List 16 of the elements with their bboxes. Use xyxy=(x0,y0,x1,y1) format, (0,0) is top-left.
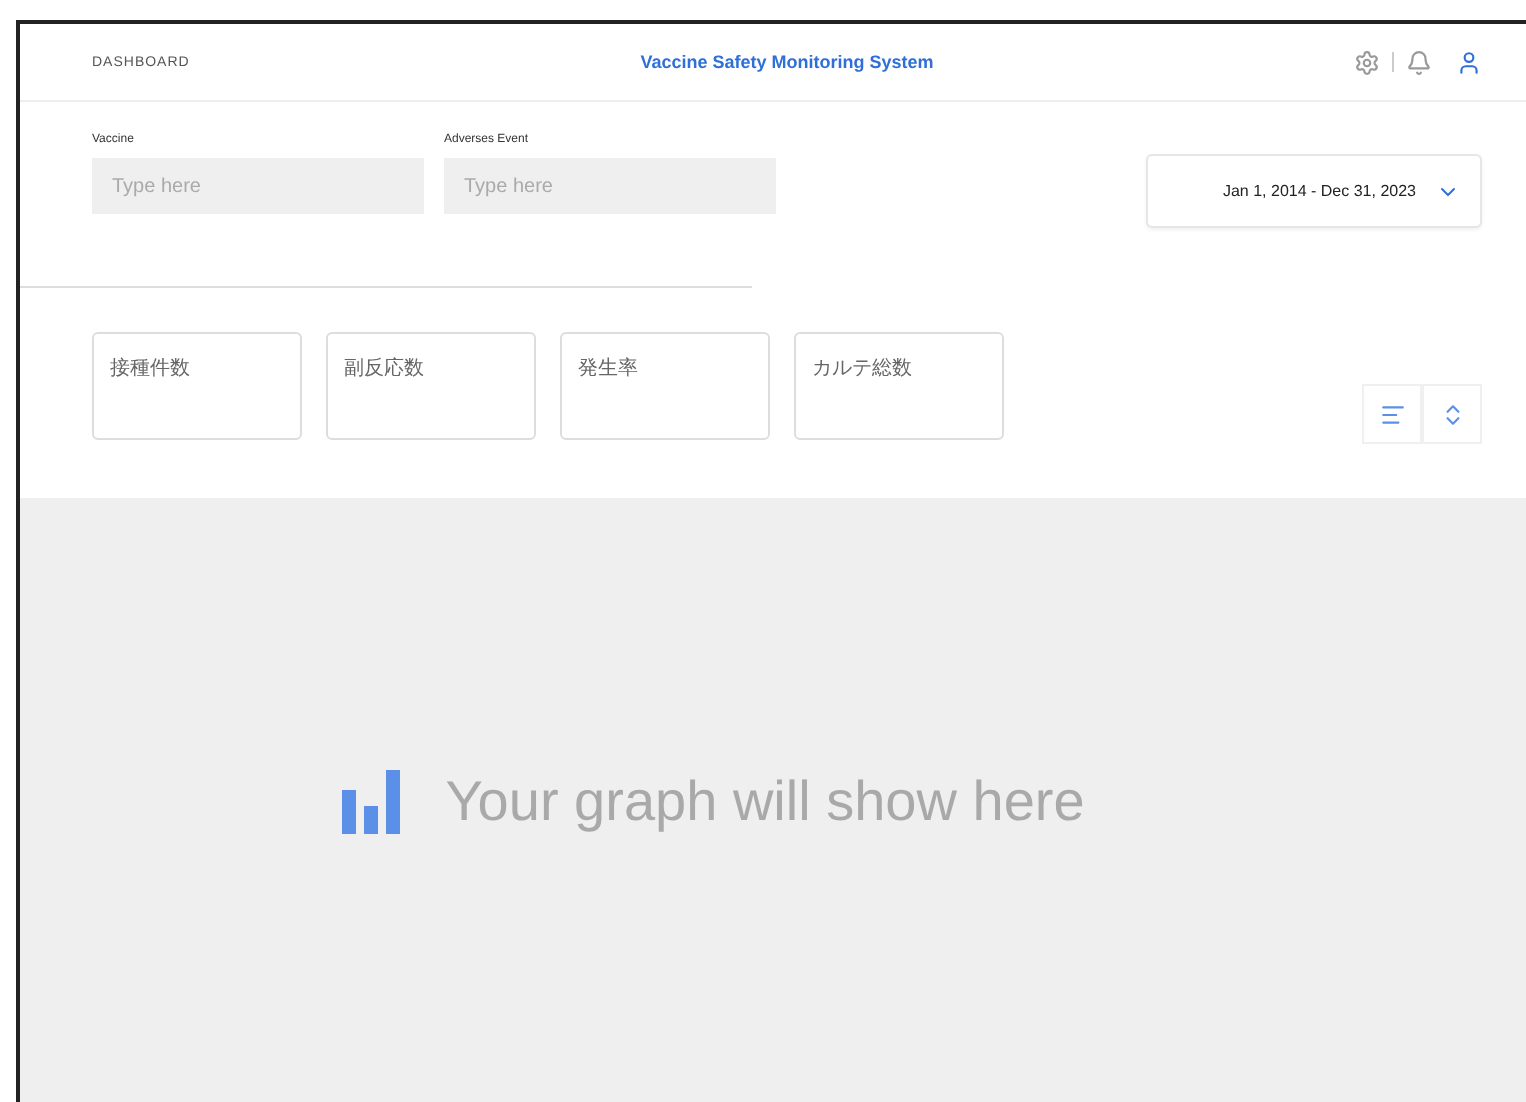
input-field[interactable]: Type here xyxy=(444,158,776,214)
view-toggle-button[interactable] xyxy=(1362,384,1422,444)
date-range-picker[interactable]: Jan 1, 2014 - Dec 31, 2023 xyxy=(1146,154,1482,228)
app-title: Vaccine Safety Monitoring System xyxy=(640,52,934,72)
card-label: 発生率 xyxy=(578,358,638,380)
view-toggle-button[interactable] xyxy=(1422,384,1482,444)
card-label: 副反応数 xyxy=(344,358,424,380)
card-label: 接種件数 xyxy=(110,358,190,380)
user-icon[interactable] xyxy=(1456,49,1482,75)
settings-icon[interactable] xyxy=(1354,49,1380,75)
placeholder-message: Your graph will show here xyxy=(445,770,1085,834)
bell-icon[interactable] xyxy=(1406,49,1432,75)
list-icon xyxy=(1379,401,1405,427)
card-label: カルテ総数 xyxy=(812,358,912,380)
bar-chart-icon xyxy=(341,770,402,834)
input-field[interactable]: Type here xyxy=(92,158,424,214)
